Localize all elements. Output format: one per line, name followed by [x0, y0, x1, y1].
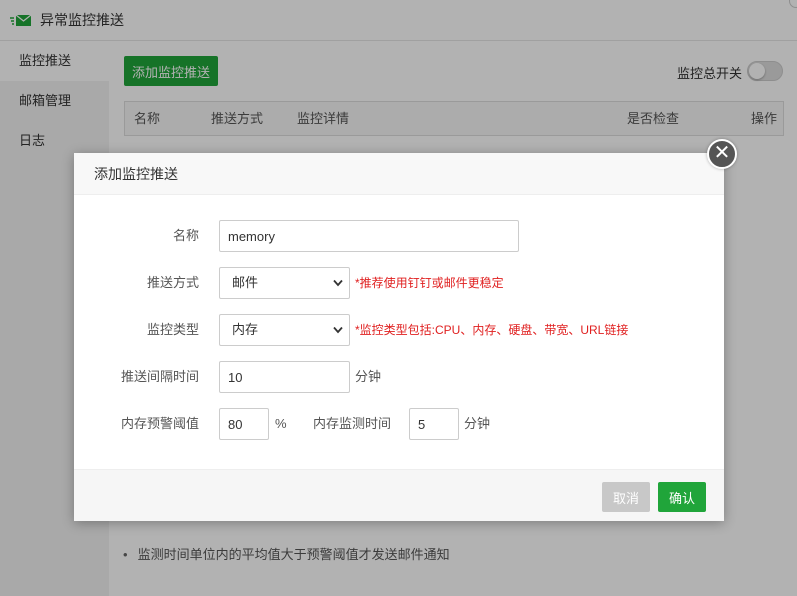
monitor-time-input[interactable]	[409, 408, 459, 440]
chevron-down-icon	[333, 279, 343, 287]
modal-footer: 取消 确认	[74, 469, 724, 521]
monitor-type-label: 监控类型	[146, 322, 199, 337]
push-method-value: 邮件	[232, 275, 259, 290]
name-row: 名称	[74, 220, 724, 252]
monitor-time-unit: 分钟	[464, 416, 491, 431]
modal-title: 添加监控推送	[74, 153, 724, 195]
interval-label: 推送间隔时间	[120, 369, 199, 384]
monitor-type-select[interactable]: 内存	[219, 314, 350, 346]
monitor-time-label: 内存监测时间	[313, 416, 392, 431]
close-icon[interactable]: ✕	[707, 139, 737, 169]
push-method-row: 推送方式 邮件 *推荐使用钉钉或邮件更稳定	[74, 267, 724, 299]
name-input[interactable]	[219, 220, 519, 252]
threshold-label: 内存预警阈值	[120, 416, 199, 431]
monitor-type-value: 内存	[232, 322, 259, 337]
threshold-unit: %	[275, 416, 287, 431]
add-monitor-modal: 添加监控推送 ✕ 名称 推送方式 邮件 *推荐使用钉钉或邮件更稳定 监控类型 内…	[74, 139, 737, 521]
name-label: 名称	[172, 228, 199, 243]
chevron-down-icon	[333, 326, 343, 334]
interval-unit: 分钟	[355, 369, 382, 384]
push-method-hint: *推荐使用钉钉或邮件更稳定	[355, 276, 504, 290]
monitor-type-row: 监控类型 内存 *监控类型包括:CPU、内存、硬盘、带宽、URL链接	[74, 314, 724, 346]
push-method-label: 推送方式	[146, 275, 199, 290]
confirm-button[interactable]: 确认	[658, 482, 706, 512]
push-method-select[interactable]: 邮件	[219, 267, 350, 299]
threshold-row: 内存预警阈值 % 内存监测时间 分钟	[74, 408, 724, 440]
monitor-type-hint: *监控类型包括:CPU、内存、硬盘、带宽、URL链接	[355, 323, 629, 337]
interval-row: 推送间隔时间 分钟	[74, 361, 724, 393]
interval-input[interactable]	[219, 361, 350, 393]
threshold-input[interactable]	[219, 408, 269, 440]
cancel-button[interactable]: 取消	[602, 482, 650, 512]
